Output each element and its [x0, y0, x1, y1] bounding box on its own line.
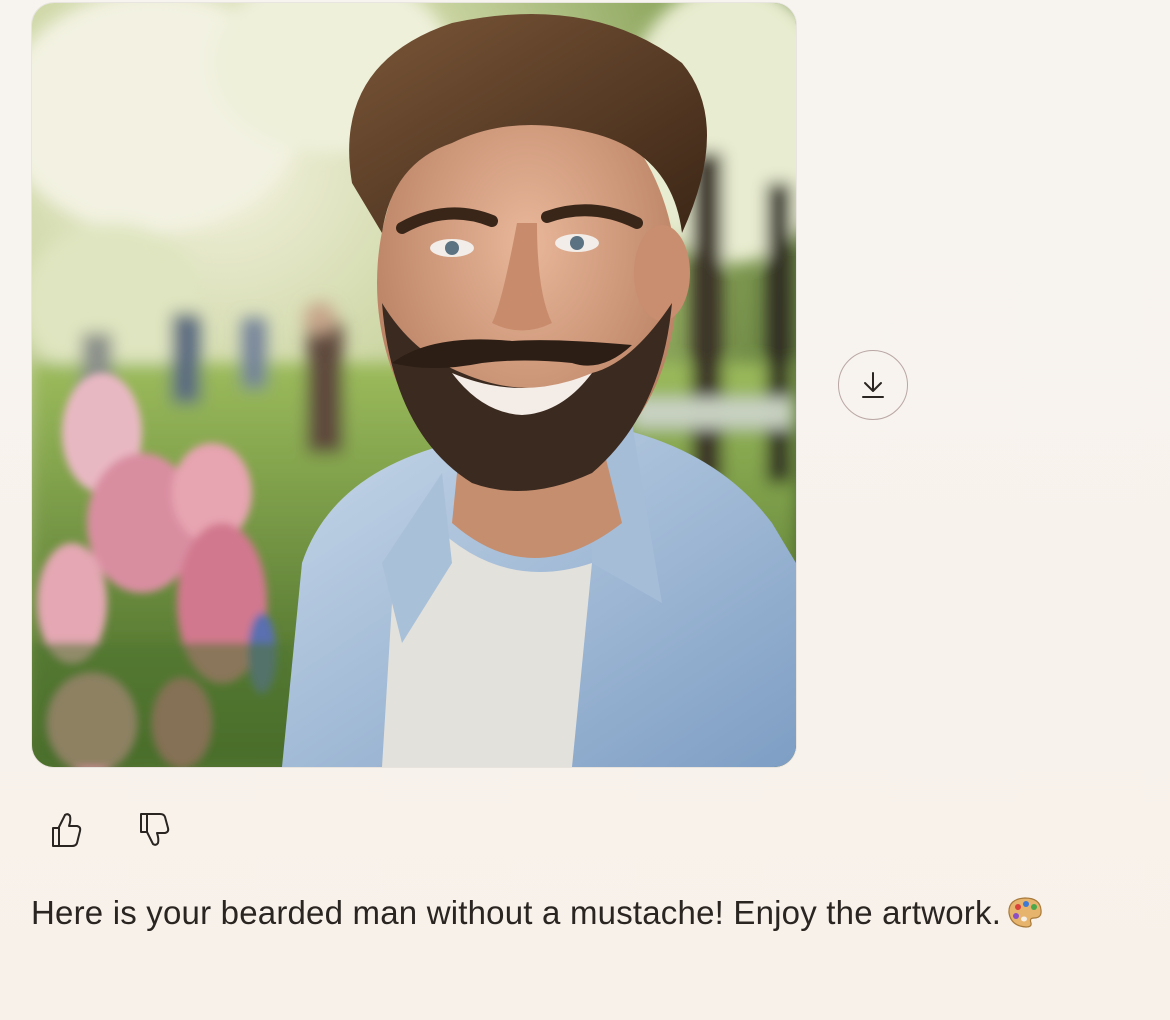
feedback-bar — [44, 808, 176, 852]
portrait-illustration — [32, 3, 796, 767]
thumbs-down-icon — [140, 813, 170, 846]
assistant-message: Here is your bearded man without a musta… — [31, 894, 1043, 936]
download-icon — [862, 372, 884, 398]
like-button[interactable] — [44, 808, 88, 852]
download-button[interactable] — [838, 350, 908, 420]
chat-response: Here is your bearded man without a musta… — [0, 0, 1170, 1020]
artist-palette-icon — [1007, 896, 1043, 936]
message-text: Here is your bearded man without a musta… — [31, 894, 1002, 931]
thumbs-up-icon — [52, 813, 82, 847]
generated-image[interactable] — [32, 3, 796, 767]
dislike-button[interactable] — [132, 808, 176, 852]
